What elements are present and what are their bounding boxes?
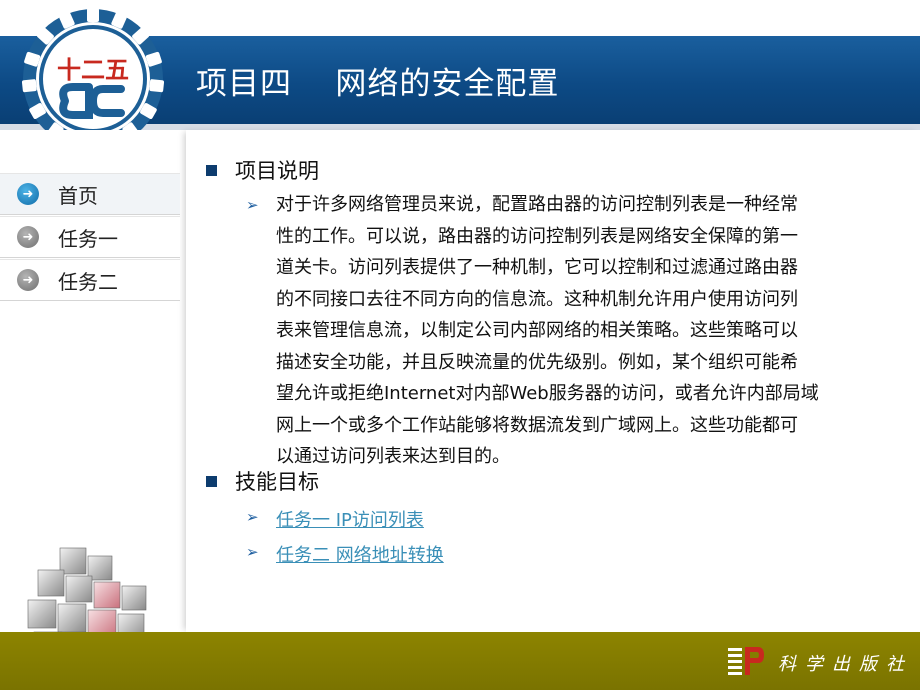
link-task2-nat[interactable]: 任务二 网络地址转换 bbox=[276, 541, 444, 567]
description-line: 望允许或拒绝Internet对内部Web服务器的访问，或者允许内部局域 bbox=[276, 383, 819, 404]
arrow-right-icon: ➜ bbox=[17, 183, 39, 205]
square-bullet-icon bbox=[206, 475, 217, 487]
publisher-name: 科学出版社 bbox=[778, 654, 913, 675]
arrow-right-icon: ➜ bbox=[17, 269, 39, 291]
description-line: 描述安全功能，并且反映流量的优先级别。例如，某个组织可能希 bbox=[276, 351, 798, 373]
description-line: 的不同接口去往不同方向的信息流。这种机制允许用户使用访问列 bbox=[276, 288, 798, 310]
sidebar-item-home[interactable]: ➜ 首页 bbox=[0, 173, 180, 215]
section-heading-text: 项目说明 bbox=[235, 159, 319, 183]
description-line: 道关卡。访问列表提供了一种机制，它可以控制和过滤通过路由器 bbox=[276, 257, 798, 278]
description-line: 表来管理信息流，以制定公司内部网络的相关策略。这些策略可以 bbox=[276, 320, 798, 341]
arrow-bullet-icon: ➢ bbox=[246, 508, 259, 526]
description-line: 网上一个或多个工作站能够将数据流发到广域网上。这些功能都可 bbox=[276, 414, 798, 436]
description-line: 以通过访问列表来达到目的。 bbox=[276, 446, 510, 467]
page-title: 项目四 网络的安全配置 bbox=[196, 66, 560, 102]
arrow-bullet-icon: ➢ bbox=[246, 543, 259, 561]
section-heading-skill-goals: 技能目标 bbox=[206, 466, 319, 496]
sidebar-item-task2[interactable]: ➜ 任务二 bbox=[0, 259, 180, 301]
section-heading-project-description: 项目说明 bbox=[206, 155, 319, 185]
sidebar-item-label: 任务一 bbox=[58, 226, 118, 251]
project-description: 对于许多网络管理员来说，配置路由器的访问控制列表是一种经常 性的工作。可以说，路… bbox=[276, 189, 892, 473]
sidebar-item-task1[interactable]: ➜ 任务一 bbox=[0, 216, 180, 258]
publisher-logo-icon bbox=[728, 647, 764, 675]
section-heading-text: 技能目标 bbox=[235, 470, 319, 494]
arrow-right-icon: ➜ bbox=[17, 226, 39, 248]
arrow-bullet-icon: ➢ bbox=[246, 196, 259, 214]
link-task1-ip-access-list[interactable]: 任务一 IP访问列表 bbox=[276, 506, 424, 532]
description-line: 对于许多网络管理员来说，配置路由器的访问控制列表是一种经常 bbox=[276, 194, 798, 215]
square-bullet-icon bbox=[206, 164, 217, 176]
logo-text: 十二五 bbox=[57, 56, 129, 84]
description-line: 性的工作。可以说，路由器的访问控制列表是网络安全保障的第一 bbox=[276, 225, 798, 247]
sidebar-item-label: 首页 bbox=[58, 183, 98, 208]
sidebar-item-label: 任务二 bbox=[58, 269, 118, 294]
